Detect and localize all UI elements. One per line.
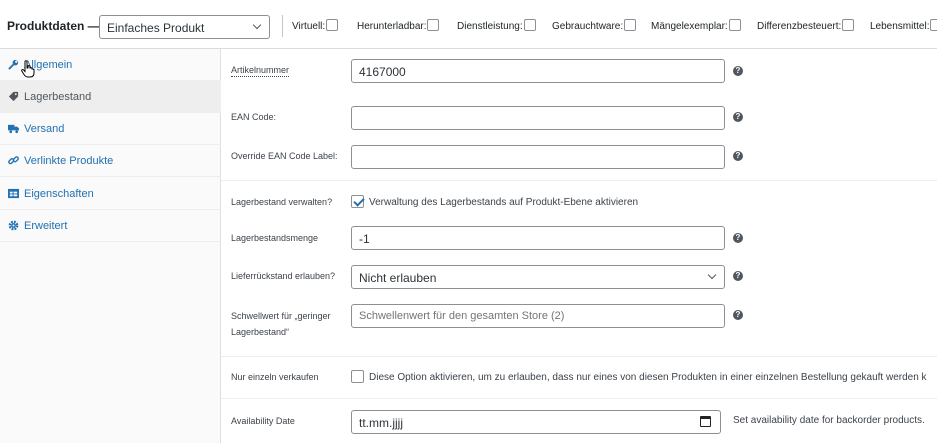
backorders-value: Nicht erlauben [359,271,437,285]
option-used-checkbox[interactable] [624,19,637,31]
option-food-checkbox[interactable] [930,19,937,31]
low-stock-input[interactable]: Schwellenwert für den gesamten Store (2) [351,304,725,328]
backorders-select[interactable]: Nicht erlauben [351,265,725,289]
option-defective-label: Mängelexemplar: [651,21,728,32]
sku-label: Artikelnummer [231,65,290,77]
link-icon [8,156,19,165]
option-used-label: Gebrauchtware: [552,21,624,32]
manage-stock-label: Lagerbestand verwalten? [231,197,333,207]
product-type-select[interactable]: Einfaches Produkt [99,15,270,39]
availability-date-label: Availability Date [231,416,295,426]
option-margin-tax-checkbox[interactable] [842,19,855,31]
option-virtual-label: Virtuell: [292,21,326,32]
option-downloadable[interactable]: Herunterladbar: [357,19,440,32]
product-data-tabs: Allgemein Lagerbestand Versand Verlinkte… [0,49,221,443]
hand-cursor-icon [21,60,35,78]
availability-date-note: Set availability date for backorder prod… [733,415,925,426]
tab-attributes[interactable]: Eigenschaften [0,178,221,210]
availability-date-value: tt.mm.jjjj [359,416,403,430]
availability-date-input[interactable]: tt.mm.jjjj [351,410,721,434]
sku-input[interactable]: 4167000 [351,59,725,83]
option-defective-checkbox[interactable] [728,19,741,31]
option-downloadable-label: Herunterladbar: [357,21,427,32]
manage-stock-checkbox[interactable] [351,195,364,208]
low-stock-label-line2: Lagerbestand“ [231,327,290,337]
section-divider [221,180,937,181]
sold-individually-label: Nur einzeln verkaufen [231,372,319,382]
option-downloadable-checkbox[interactable] [427,19,440,31]
tab-attributes-label: Eigenschaften [24,188,94,200]
section-divider [221,398,937,399]
backorders-help-icon[interactable]: ? [733,271,743,281]
product-data-header: Produktdaten — Einfaches Produkt Virtuel… [0,0,937,49]
sold-individually-option[interactable]: Diese Option aktivieren, um zu erlauben,… [351,370,937,383]
truck-icon [8,124,19,134]
manage-stock-text: Verwaltung des Lagerbestands auf Produkt… [369,197,639,208]
option-service[interactable]: Dienstleistung: [457,19,536,32]
ean-label: EAN Code: [231,112,277,122]
option-virtual-checkbox[interactable] [326,19,339,31]
sku-help-icon[interactable]: ? [733,66,743,76]
gear-icon [8,220,19,231]
product-data-title: Produktdaten — [7,19,100,33]
low-stock-label: Schwellwert für „geringer Lagerbestand“ [231,310,331,339]
low-stock-label-line1: Schwellwert für „geringer [231,311,331,321]
option-food-label: Lebensmittel: [870,21,930,32]
option-margin-tax-label: Differenzbesteuert: [757,21,842,32]
tab-inventory[interactable]: Lagerbestand [0,81,221,113]
low-stock-help-icon[interactable]: ? [733,310,743,320]
backorders-label: Lieferrückstand erlauben? [231,271,336,281]
ean-help-icon[interactable]: ? [733,112,743,122]
option-service-label: Dienstleistung: [457,21,523,32]
tab-linked-products-label: Verlinkte Produkte [24,155,114,167]
ean-label-override-help-icon[interactable]: ? [733,151,743,161]
tab-advanced-label: Erweitert [24,220,68,232]
option-used[interactable]: Gebrauchtware: [552,19,637,32]
tab-shipping-label: Versand [24,123,65,135]
sold-individually-text: Diese Option aktivieren, um zu erlauben,… [369,372,927,383]
tab-linked-products[interactable]: Verlinkte Produkte [0,145,221,177]
tab-inventory-label: Lagerbestand [24,91,92,103]
stock-quantity-input[interactable]: -1 [351,226,725,250]
ean-input[interactable] [351,106,725,130]
ean-label-override-input[interactable] [351,145,725,169]
option-defective[interactable]: Mängelexemplar: [651,19,741,32]
tab-shipping[interactable]: Versand [0,113,221,145]
stock-quantity-label: Lagerbestandsmenge [231,233,319,243]
product-type-value: Einfaches Produkt [107,21,205,35]
option-service-checkbox[interactable] [523,19,536,31]
option-margin-tax[interactable]: Differenzbesteuert: [757,19,855,32]
manage-stock-option[interactable]: Verwaltung des Lagerbestands auf Produkt… [351,195,638,208]
calendar-icon[interactable] [700,416,711,427]
stock-quantity-help-icon[interactable]: ? [733,233,743,243]
table-icon [8,188,19,199]
header-separator [282,15,283,37]
ean-label-override-label: Override EAN Code Label: [231,151,338,161]
chevron-down-icon [252,20,262,30]
tag-icon [8,91,19,102]
option-food[interactable]: Lebensmittel: [870,19,937,32]
chevron-down-icon [707,270,717,280]
sold-individually-checkbox[interactable] [351,370,364,383]
option-virtual[interactable]: Virtuell: [292,19,339,32]
section-divider [221,356,937,357]
wrench-icon [8,59,19,70]
tab-advanced[interactable]: Erweitert [0,210,221,242]
